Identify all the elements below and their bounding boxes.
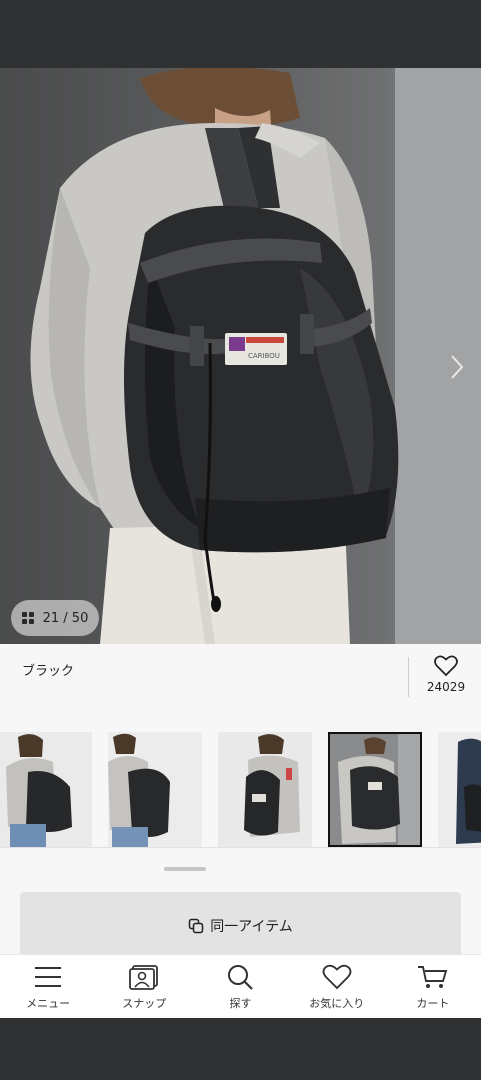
favorite-button[interactable]: 24029 [420,655,472,699]
thumbnail-image [438,732,481,847]
thumbnail-image [218,732,312,847]
thumbnail-item[interactable] [108,732,202,847]
thumbnail-item[interactable] [438,732,481,847]
chevron-right-icon [451,355,464,379]
color-name: ブラック [22,664,75,679]
thumbnail-image [108,732,202,847]
system-navigation-bar [0,1018,481,1080]
nav-label: メニュー [26,997,71,1010]
thumbnail-item[interactable] [218,732,312,847]
nav-item-cart[interactable]: カート [385,955,481,1018]
search-icon [227,965,253,990]
nav-item-snap[interactable]: スナップ [96,955,192,1018]
thumbnail-image [0,732,92,847]
nav-label: スナップ [122,997,167,1010]
nav-item-search[interactable]: 探す [192,955,288,1018]
thumbnail-strip[interactable] [0,732,481,847]
thumbnail-item[interactable] [0,732,92,847]
favorite-count: 24029 [426,680,466,694]
divider [408,657,409,697]
same-item-label: 同一アイテム [210,919,293,935]
heart-icon [434,655,458,677]
nav-item-menu[interactable]: メニュー [0,955,96,1018]
status-bar [0,0,481,68]
image-counter-text: 21 / 50 [42,610,89,626]
nav-label: 探す [229,997,252,1010]
nav-label: カート [416,997,450,1010]
sheet-drag-handle[interactable] [164,867,206,871]
brand-tag-text: CARIBOU [248,352,280,360]
product-photo: CARIBOU [30,68,481,644]
snap-icon [129,965,159,990]
menu-icon [35,967,62,987]
divider [0,847,481,848]
next-image-arrow[interactable] [445,352,469,382]
bottom-navigation: メニュー スナップ 探す お気に入り カート [0,954,481,1018]
thumbnail-item-selected[interactable] [328,732,422,847]
nav-item-favorites[interactable]: お気に入り [289,955,385,1018]
product-main-image[interactable]: CARIBOU [0,68,481,644]
nav-label: お気に入り [309,997,365,1010]
grid-icon [21,611,35,625]
heart-icon [322,964,352,990]
cart-icon [417,966,448,988]
thumbnail-image [328,732,422,847]
copy-icon [188,918,204,934]
image-counter[interactable]: 21 / 50 [11,600,99,636]
